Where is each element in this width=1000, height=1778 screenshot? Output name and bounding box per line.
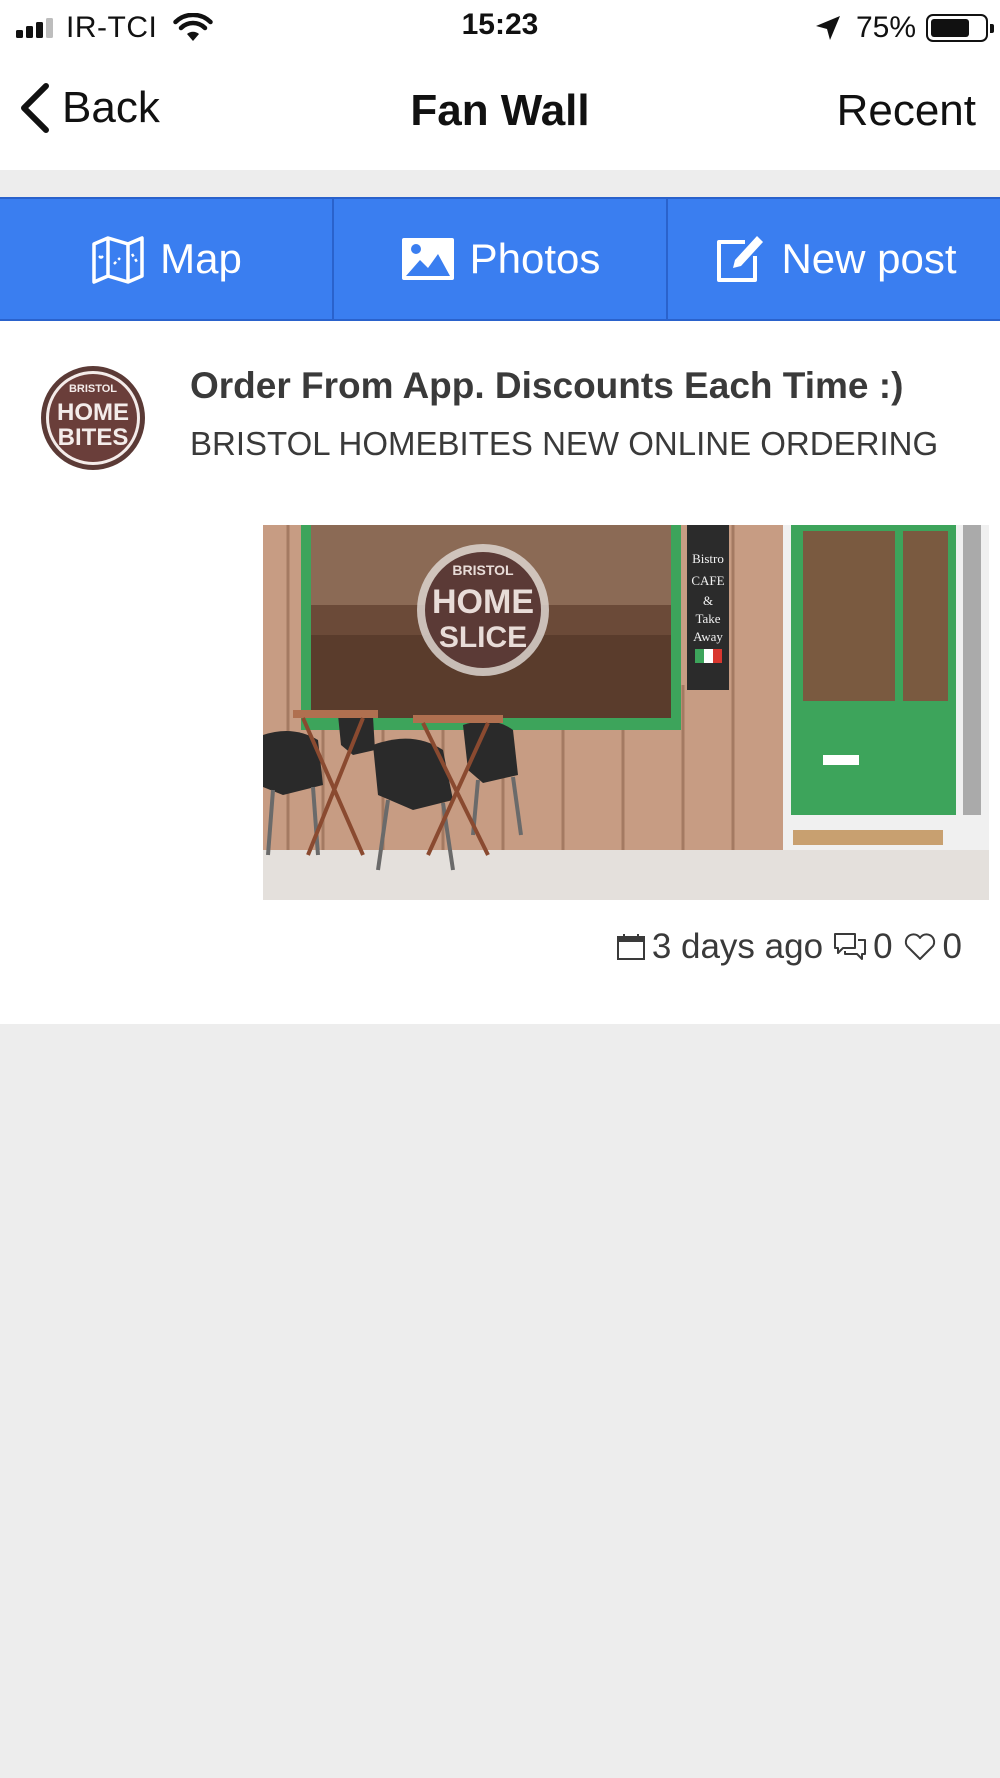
window-sign-line2: SLICE [439, 621, 527, 654]
window-sign-line1: HOME [432, 583, 534, 621]
back-label: Back [62, 83, 160, 132]
back-button[interactable]: Back [18, 82, 160, 134]
post-snippet: BRISTOL HOMEBITES NEW ONLINE ORDERING [190, 425, 939, 462]
battery-fill [931, 19, 969, 37]
map-label: Map [160, 235, 242, 282]
heart-icon [904, 933, 935, 960]
action-bar: Map Photos New post [0, 197, 1000, 321]
navigation-bar: Back Fan Wall Recent [0, 56, 1000, 170]
fan-wall-screen: IR-TCI 15:23 75% Back Fan Wall Recent Ma… [0, 0, 1000, 1778]
avatar-line2-text: BITES [58, 424, 129, 451]
photos-label: Photos [469, 235, 601, 282]
recent-button[interactable]: Recent [837, 86, 976, 136]
post-time-ago: 3 days ago [651, 927, 824, 966]
new-post-button[interactable]: New post [668, 199, 1000, 319]
avatar: BRISTOL HOME BITES [41, 366, 145, 470]
battery-percentage: 75% [855, 11, 916, 44]
window-sign-top: BRISTOL [452, 562, 514, 578]
comments-icon [834, 933, 867, 960]
comments-count: 0 [873, 927, 893, 966]
board-line-5: Away [693, 629, 723, 644]
board-line-3: & [703, 593, 713, 608]
post-card[interactable]: BRISTOL HOME BITES Order From App. Disco… [0, 321, 1000, 1024]
photos-icon [401, 238, 454, 280]
comments-count-button[interactable]: 0 [833, 927, 893, 967]
post-title[interactable]: Order From App. Discounts Each Time :) [190, 365, 980, 407]
post-meta: 3 days ago 0 0 [606, 927, 962, 967]
status-right: 75% [814, 10, 994, 46]
avatar-line1-text: HOME [57, 399, 129, 426]
battery-icon [926, 14, 994, 42]
avatar-top-text: BRISTOL [69, 383, 117, 395]
map-icon [92, 236, 144, 284]
likes-count-button[interactable]: 0 [903, 927, 962, 967]
map-button[interactable]: Map [0, 199, 334, 319]
calendar-icon [616, 934, 645, 960]
new-post-label: New post [781, 235, 957, 282]
status-bar: IR-TCI 15:23 75% [0, 0, 1000, 56]
photos-button[interactable]: Photos [334, 199, 668, 319]
likes-count: 0 [942, 927, 962, 966]
board-line-4: Take [695, 611, 720, 626]
board-line-2: CAFE [691, 573, 724, 588]
board-line-1: Bistro [692, 551, 724, 566]
post-image[interactable]: BRISTOL HOME SLICE Bistro CAFE & Take Aw… [263, 525, 989, 900]
post-date: 3 days ago [616, 927, 823, 967]
location-arrow-icon [815, 16, 840, 40]
chevron-left-icon [21, 83, 49, 133]
edit-icon [717, 236, 764, 282]
